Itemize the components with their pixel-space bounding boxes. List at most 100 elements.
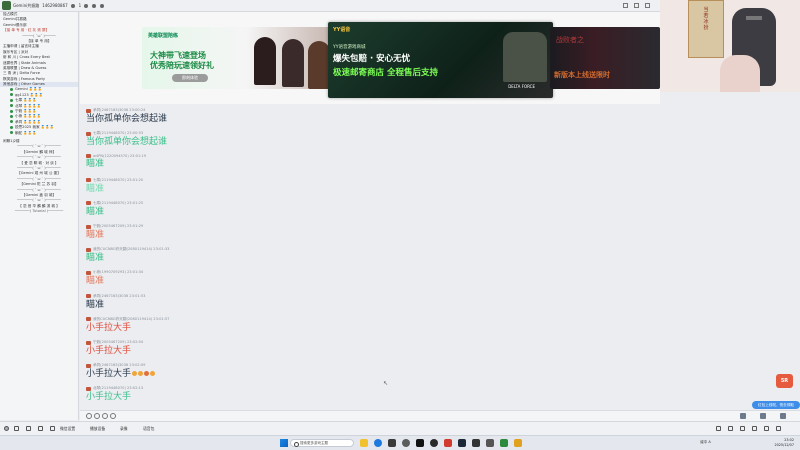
- message-icon[interactable]: [760, 413, 766, 419]
- more-icon[interactable]: [776, 426, 781, 431]
- app-icon[interactable]: [388, 439, 396, 447]
- windows-taskbar: 搜索更多游戏主题 诚中 A 23:02 2025/12/07: [0, 435, 800, 450]
- chat-message[interactable]: 七寒(2119448070) 23:01:20 瞄准: [86, 178, 143, 195]
- ad2-subheadline: 极速邮寄商店 全程售后支持: [333, 68, 438, 78]
- gift-icon[interactable]: [94, 413, 100, 419]
- message-text: 瞄准: [86, 206, 105, 217]
- steam-icon[interactable]: [458, 439, 466, 447]
- chat-message[interactable]: 承同(2467163)3036 23:02:09 小手拉大手: [86, 363, 156, 380]
- message-text: 瞄准: [86, 183, 105, 194]
- lol-ad[interactable]: 英雄联盟陪练 大神带飞速登场 优秀陪玩速领好礼 即刻体验: [142, 27, 332, 89]
- settings-icon[interactable]: [50, 426, 55, 431]
- emoji-icon: [138, 371, 144, 377]
- notification-pill[interactable]: 红包上线啦，快去领取: [752, 401, 800, 409]
- user-count: 1: [78, 3, 82, 8]
- file-explorer-icon[interactable]: [360, 439, 368, 447]
- floating-badge[interactable]: 5R: [776, 374, 793, 388]
- statusbar-item[interactable]: 播放设备: [90, 426, 105, 432]
- online-status-icon: [10, 98, 13, 102]
- online-status-icon: [10, 104, 13, 108]
- close-icon[interactable]: [645, 3, 650, 8]
- user-level-badge-icon: [86, 131, 91, 136]
- user-level-badge-icon: [86, 363, 91, 368]
- obs-icon[interactable]: [430, 439, 438, 447]
- app-icon[interactable]: [500, 439, 508, 447]
- emoji-icon[interactable]: [86, 413, 92, 419]
- edge-icon[interactable]: [374, 439, 382, 447]
- clock[interactable]: 23:02 2025/12/07: [774, 438, 794, 448]
- maximize-icon[interactable]: [634, 3, 639, 8]
- scissors-icon[interactable]: [110, 413, 116, 419]
- mic-icon[interactable]: [14, 426, 19, 431]
- image-icon[interactable]: [102, 413, 108, 419]
- app-icon[interactable]: [444, 439, 452, 447]
- chat-message[interactable]: 小熊(1990709293) 23:01:34 瞄准: [86, 270, 143, 287]
- chat-message[interactable]: 七寒(2119448070) 23:00:53 当你孤单你会想起谁: [86, 131, 167, 148]
- user-name: Gemini 🏅🏅🏅: [15, 87, 43, 92]
- chat-message[interactable]: 承同(2467163)3036 23:00:24 当你孤单你会想起谁: [86, 108, 167, 125]
- start-icon[interactable]: [280, 439, 288, 447]
- window-controls: [623, 3, 650, 8]
- ad1-button[interactable]: 即刻体验: [172, 74, 208, 82]
- taskbar-search[interactable]: 搜索更多游戏主题: [290, 439, 354, 447]
- streamer-video[interactable]: 当若冰扮: [660, 0, 800, 92]
- chat-message[interactable]: 宁毅(2005467209) 23:02:04 小手拉大手: [86, 340, 143, 357]
- user-avatar[interactable]: [4, 426, 9, 431]
- yy-icon[interactable]: [514, 439, 522, 447]
- favorite-icon[interactable]: [92, 3, 97, 8]
- volume-icon[interactable]: [38, 426, 43, 431]
- game-ad[interactable]: 战败者之 新版本上线送限时: [550, 27, 660, 89]
- user-name: 小熊 🏅🏅🏅🏅: [15, 114, 42, 119]
- ad-banner: 英雄联盟陪练 大神带飞速登场 优秀陪玩速领好礼 即刻体验 YY语音 YY语音游戏…: [80, 12, 660, 104]
- streamer-image: [720, 55, 760, 92]
- app-icon[interactable]: [402, 439, 410, 447]
- chat-icon[interactable]: [752, 426, 757, 431]
- chat-message[interactable]: 北琴(2119448070) 23:02:13 小手拉大手: [86, 386, 143, 403]
- chat-message[interactable]: 我的CUCNBG炸天翻(2080119414) 23:01:57 小手拉大手: [86, 317, 169, 334]
- share-icon[interactable]: [84, 3, 89, 8]
- statusbar-item[interactable]: 微信设置: [60, 426, 75, 432]
- ad2-sub: YY语音游戏商城: [333, 45, 366, 50]
- menu-icon[interactable]: [764, 426, 769, 431]
- send-icon[interactable]: [780, 413, 786, 419]
- settings-icon[interactable]: [100, 3, 105, 8]
- chat-message[interactable]: 宁毅(2005467209) 23:01:29 瞄准: [86, 224, 143, 241]
- input-method[interactable]: 诚中 A: [700, 440, 711, 445]
- chat-input-bar[interactable]: [80, 410, 800, 421]
- mic-status-icon[interactable]: [716, 426, 721, 431]
- chat-message[interactable]: 我的CUCNBG炸天翻(2080119414) 23:01:33 瞄准: [86, 247, 169, 264]
- speaker-icon[interactable]: [26, 426, 31, 431]
- message-body: 当你孤单你会想起谁: [86, 136, 167, 148]
- minimize-icon[interactable]: [623, 3, 628, 8]
- app-icon[interactable]: [486, 439, 494, 447]
- message-body: 瞄准: [86, 229, 143, 241]
- user-level-badge-icon: [86, 178, 91, 183]
- ad3-title: 战败者之: [556, 36, 584, 44]
- user-level-badge-icon: [86, 108, 91, 113]
- emoji-icon: [150, 371, 156, 377]
- yy-shop-ad[interactable]: YY语音 YY语音游戏商城 爆失包赔 · 安心无忧 极速邮寄商店 全程售后支持 …: [328, 22, 553, 98]
- user-level-badge-icon: [86, 386, 91, 391]
- chat-message[interactable]: 承同(2467163)3036 23:01:53 瞄准: [86, 294, 145, 311]
- tiktok-icon[interactable]: [416, 439, 424, 447]
- user-level-badge-icon: [86, 201, 91, 206]
- message-author-time[interactable]: 七寒(2119448070) 23:01:20: [93, 178, 143, 183]
- channel-name: Gemini共振路: [13, 2, 40, 8]
- scroll-char: 扮: [703, 25, 709, 31]
- keyboard-icon[interactable]: [740, 413, 746, 419]
- chat-message[interactable]: 七寒(2119448070) 23:01:25 瞄准: [86, 201, 143, 218]
- sidebar-room-13: ───────( Tutorial )───────: [14, 209, 64, 214]
- statusbar-item[interactable]: 语音包: [143, 426, 154, 432]
- chat-message[interactable]: w4PN(1220094570) 23:01:19 瞄准: [86, 154, 146, 170]
- message-author-time[interactable]: 我的CUCNBG炸天翻(2080119414) 23:01:33: [93, 247, 169, 252]
- app-icon[interactable]: [472, 439, 480, 447]
- channel-avatar[interactable]: [2, 1, 11, 10]
- message-author-time[interactable]: 承同(2467163)3036 23:01:53: [93, 294, 145, 299]
- video-icon[interactable]: [728, 426, 733, 431]
- message-text: 当你孤单你会想起谁: [86, 137, 168, 148]
- channel-id: 1462980867: [42, 3, 68, 8]
- message-text: 当你孤单你会想起谁: [86, 114, 168, 124]
- statusbar-item[interactable]: 录像: [120, 426, 128, 432]
- screen-share-icon[interactable]: [740, 426, 745, 431]
- chat-area[interactable]: 承同(2467163)3036 23:00:24 当你孤单你会想起谁 七寒(2119…: [80, 104, 800, 410]
